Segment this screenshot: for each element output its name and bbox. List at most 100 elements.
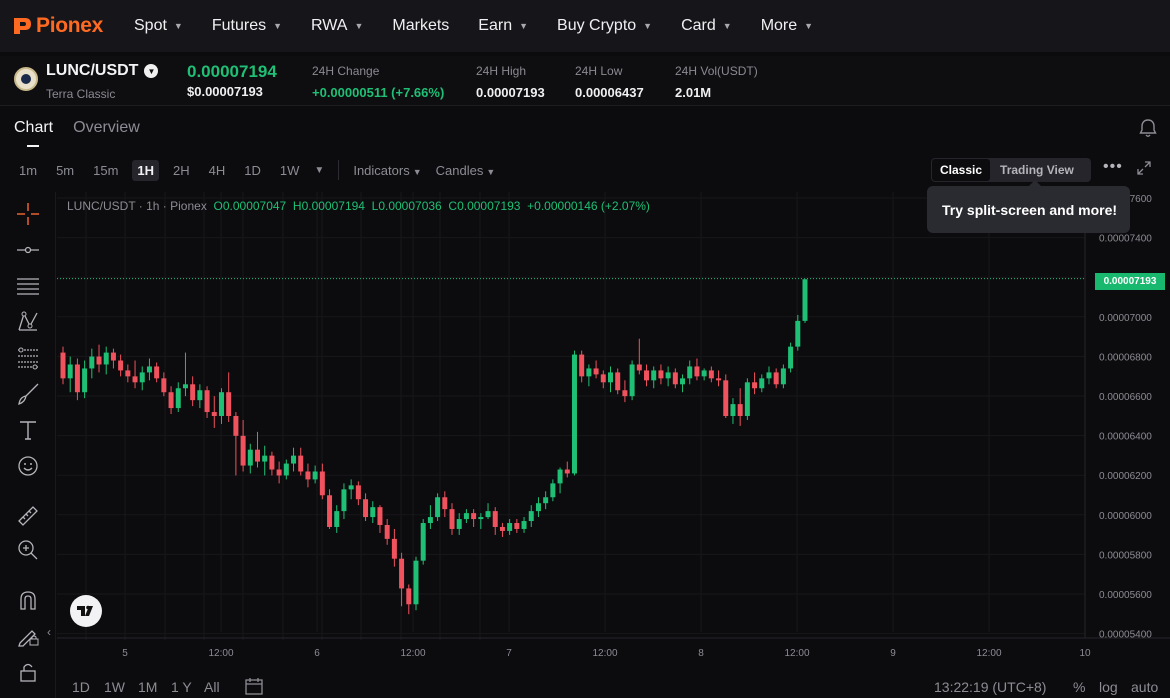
- nav-menu: Spot ▼ Futures ▼ RWA ▼ Markets Earn ▼ Buy Crypto ▼…: [134, 17, 842, 35]
- candle-body: [636, 364, 642, 371]
- nav-item-card[interactable]: Card ▼: [681, 17, 732, 35]
- candle-body: [355, 485, 361, 500]
- candle-body: [161, 378, 167, 393]
- timeframe-4h[interactable]: 4H: [204, 160, 231, 181]
- nav-item-spot[interactable]: Spot ▼: [134, 17, 183, 35]
- stat-label: 24H Vol(USDT): [675, 64, 758, 78]
- timeframe-1m[interactable]: 1m: [14, 160, 42, 181]
- stat-24h-high: 24H High 0.00007193: [476, 64, 545, 100]
- candle-body: [103, 352, 109, 365]
- more-options-icon[interactable]: •••: [1103, 158, 1123, 176]
- candle-body: [629, 364, 635, 397]
- tab-chart[interactable]: Chart: [14, 119, 53, 147]
- expand-icon[interactable]: [1137, 161, 1151, 180]
- legend-change: +0.00000146 (+2.07%): [527, 199, 650, 213]
- timeframe-15m[interactable]: 15m: [88, 160, 123, 181]
- pair-selector[interactable]: LUNC/USDT ▼: [46, 62, 159, 80]
- nav-item-futures[interactable]: Futures ▼: [212, 17, 282, 35]
- candle-body: [74, 364, 80, 393]
- ruler-icon[interactable]: [14, 502, 42, 530]
- collapse-toolbar-icon[interactable]: ‹: [47, 625, 51, 639]
- candle-body: [658, 370, 664, 379]
- clock-time[interactable]: 13:22:19 (UTC+8): [934, 679, 1046, 695]
- fib-lines-icon[interactable]: [14, 272, 42, 300]
- candle-body: [557, 469, 563, 484]
- top-nav: Pionex Spot ▼ Futures ▼ RWA ▼ Markets Earn ▼ Buy …: [0, 0, 1170, 52]
- range-1d[interactable]: 1D: [72, 679, 90, 695]
- chevron-down-icon[interactable]: ▼: [144, 64, 159, 78]
- calendar-icon[interactable]: [244, 676, 264, 698]
- nav-item-rwa[interactable]: RWA ▼: [311, 17, 363, 35]
- range-1y[interactable]: 1 Y: [171, 679, 192, 695]
- zoom-in-icon[interactable]: [14, 536, 42, 564]
- timeframe-list: 1m 5m 15m 1H 2H 4H 1D 1W: [5, 159, 305, 181]
- timeframe-1d[interactable]: 1D: [239, 160, 266, 181]
- nav-item-label: More: [760, 17, 798, 34]
- timeframe-1w[interactable]: 1W: [275, 160, 305, 181]
- candle-body: [564, 469, 570, 474]
- bell-icon[interactable]: [1139, 118, 1157, 143]
- candle-body: [226, 392, 232, 416]
- percent-toggle[interactable]: %: [1073, 679, 1085, 695]
- range-1w[interactable]: 1W: [104, 679, 125, 695]
- candlestick-chart[interactable]: 0.000076000.000074000.000072000.00007000…: [57, 192, 1170, 670]
- range-all[interactable]: All: [204, 679, 220, 695]
- tab-overview[interactable]: Overview: [73, 119, 140, 137]
- candle-body: [492, 511, 498, 527]
- fib-retracement-icon[interactable]: [14, 344, 42, 372]
- drawing-toolbar: [0, 192, 56, 698]
- log-toggle[interactable]: log: [1099, 679, 1118, 695]
- candle-body: [535, 503, 541, 512]
- indicators-dropdown[interactable]: Indicators ▼: [353, 163, 421, 178]
- nav-item-more[interactable]: More ▼: [761, 17, 813, 35]
- x-tick-label: 5: [122, 648, 128, 659]
- candle-body: [276, 469, 282, 476]
- text-icon[interactable]: [14, 416, 42, 444]
- stat-label: 24H Low: [575, 64, 623, 78]
- x-tick-label: 10: [1079, 648, 1091, 659]
- timeframe-5m[interactable]: 5m: [51, 160, 79, 181]
- pionex-logo[interactable]: Pionex: [12, 14, 127, 38]
- stat-24h-change: 24H Change +0.00000511 (+7.66%): [312, 64, 444, 100]
- nav-item-label: Buy Crypto: [557, 17, 637, 34]
- horizontal-line-icon[interactable]: [14, 236, 42, 264]
- auto-toggle[interactable]: auto: [1131, 679, 1158, 695]
- emoji-icon[interactable]: [14, 452, 42, 480]
- range-1m[interactable]: 1M: [138, 679, 157, 695]
- candle-body: [471, 513, 477, 520]
- candle-body: [485, 511, 491, 518]
- chevron-down-icon: ▼: [173, 21, 183, 31]
- candle-body: [146, 366, 152, 373]
- chevron-down-icon: ▼: [643, 21, 653, 31]
- candle-body: [89, 356, 95, 369]
- classic-view-button[interactable]: Classic: [932, 159, 991, 181]
- crosshair-icon[interactable]: [14, 200, 42, 228]
- y-tick-label: 0.00007000: [1099, 313, 1152, 324]
- x-tick-label: 12:00: [976, 648, 1001, 659]
- candle-body: [312, 471, 318, 480]
- brush-icon[interactable]: [14, 380, 42, 408]
- candles-dropdown[interactable]: Candles ▼: [436, 163, 496, 178]
- legend-close: C0.00007193: [448, 199, 521, 213]
- nav-item-earn[interactable]: Earn ▼: [478, 17, 528, 35]
- candle-body: [204, 390, 210, 413]
- candle-body: [687, 366, 693, 379]
- magnet-icon[interactable]: [14, 586, 42, 614]
- candle-body: [708, 370, 714, 379]
- timeframe-2h[interactable]: 2H: [168, 160, 195, 181]
- trading-view-button[interactable]: Trading View: [991, 158, 1083, 182]
- stat-value: +0.00000511 (+7.66%): [312, 85, 445, 100]
- pair-name: LUNC/USDT: [46, 62, 139, 79]
- nav-item-buy-crypto[interactable]: Buy Crypto ▼: [557, 17, 652, 35]
- lock-drawing-icon[interactable]: [14, 621, 42, 649]
- y-tick-label: 0.00006200: [1099, 471, 1152, 482]
- nav-item-markets[interactable]: Markets: [392, 17, 449, 35]
- x-tick-label: 12:00: [592, 648, 617, 659]
- tradingview-logo-icon[interactable]: [70, 595, 102, 627]
- view-toggle: Classic Trading View: [931, 158, 1091, 182]
- pattern-icon[interactable]: [14, 308, 42, 336]
- candle-body: [773, 372, 779, 385]
- candle-body: [341, 489, 347, 512]
- more-timeframes-chevron-icon[interactable]: ▼: [314, 165, 324, 176]
- timeframe-1h[interactable]: 1H: [132, 159, 160, 181]
